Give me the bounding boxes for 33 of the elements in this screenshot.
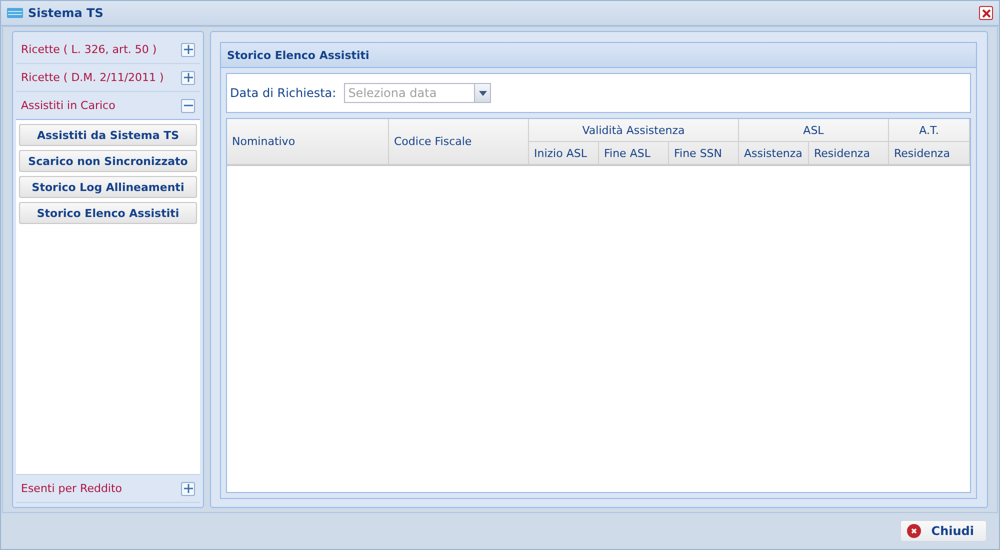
column-header[interactable]: Codice Fiscale bbox=[389, 119, 529, 165]
nav-button[interactable]: Storico Log Allineamenti bbox=[19, 176, 197, 198]
accordion-header[interactable]: Assistiti in Carico bbox=[21, 99, 116, 112]
column-header[interactable]: Fine SSN bbox=[669, 142, 739, 165]
dropdown-button[interactable] bbox=[474, 83, 492, 103]
panel-title: Storico Elenco Assistiti bbox=[227, 48, 370, 62]
nav-button[interactable]: Assistiti da Sistema TS bbox=[19, 124, 197, 146]
field-label: Data di Richiesta: bbox=[230, 86, 336, 100]
column-header[interactable]: Validità Assistenza bbox=[529, 119, 739, 142]
column-header[interactable]: Inizio ASL bbox=[529, 142, 599, 165]
accordion-header[interactable]: Ricette ( D.M. 2/11/2011 ) bbox=[21, 71, 164, 84]
column-header[interactable]: A.T. bbox=[889, 119, 970, 142]
column-header[interactable]: Assistenza bbox=[739, 142, 809, 165]
column-header[interactable]: ASL bbox=[739, 119, 889, 142]
nav-button[interactable]: Scarico non Sincronizzato bbox=[19, 150, 197, 172]
collapse-icon[interactable] bbox=[181, 98, 195, 112]
accordion-header[interactable]: Ricette ( L. 326, art. 50 ) bbox=[21, 43, 157, 56]
expand-icon[interactable] bbox=[181, 70, 195, 84]
column-header[interactable]: Residenza bbox=[889, 142, 970, 165]
window-title: Sistema TS bbox=[28, 6, 104, 20]
column-header[interactable]: Fine ASL bbox=[599, 142, 669, 165]
accordion-header[interactable]: Esenti per Reddito bbox=[21, 482, 122, 495]
column-header[interactable]: Nominativo bbox=[227, 119, 389, 165]
close-icon bbox=[907, 524, 922, 538]
expand-icon[interactable] bbox=[181, 42, 195, 56]
close-button[interactable]: Chiudi bbox=[900, 520, 987, 542]
nav-button[interactable]: Storico Elenco Assistiti bbox=[19, 202, 197, 224]
caret-icon bbox=[478, 90, 487, 96]
close-icon[interactable] bbox=[979, 6, 993, 20]
column-header[interactable]: Residenza bbox=[809, 142, 889, 165]
date-field[interactable]: Seleziona data bbox=[344, 83, 474, 103]
monitor-icon bbox=[7, 8, 23, 18]
expand-icon[interactable] bbox=[181, 482, 195, 496]
